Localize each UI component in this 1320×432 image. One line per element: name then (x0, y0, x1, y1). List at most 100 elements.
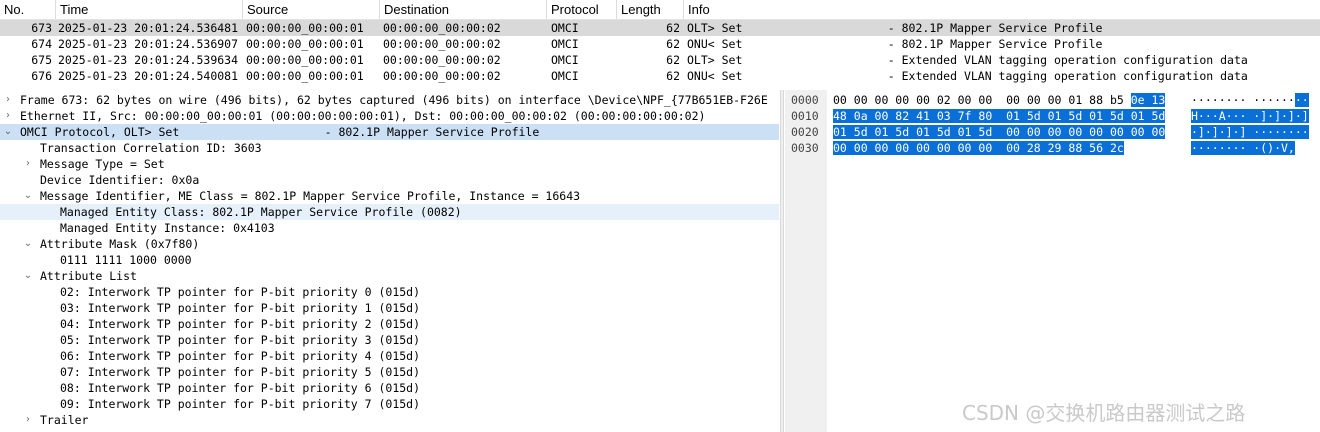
packet-details-tree: › Frame 673: 62 bytes on wire (496 bits)… (0, 90, 779, 432)
tree-item-label: 04: Interwork TP pointer for P-bit prior… (60, 317, 421, 331)
tree-item-label: Ethernet II, Src: 00:00:00_00:00:01 (00:… (20, 109, 706, 123)
tree-item-me-class[interactable]: Managed Entity Class: 802.1P Mapper Serv… (0, 204, 779, 220)
packet-source: 00:00:00_00:00:01 (246, 37, 364, 51)
packet-destination: 00:00:00_00:00:02 (383, 37, 501, 51)
hex-bytes[interactable]: 01 5d 01 5d 01 5d 01 5d 00 00 00 00 00 0… (833, 124, 1166, 140)
tree-item-attribute[interactable]: 08: Interwork TP pointer for P-bit prior… (0, 380, 779, 396)
tree-item-label: Transaction Correlation ID: 3603 (40, 141, 262, 155)
tree-item-attribute[interactable]: 03: Interwork TP pointer for P-bit prior… (0, 300, 779, 316)
ascii-bytes-highlighted: ········ ·()·V, (1191, 141, 1295, 155)
hex-bytes-plain: 00 00 00 00 00 02 00 00 00 00 00 01 88 b… (833, 93, 1131, 107)
packet-length: 62 (666, 21, 680, 35)
expand-arrow-icon[interactable]: › (22, 412, 34, 428)
ascii-bytes[interactable]: ········ ········ (1191, 92, 1309, 108)
tree-item-message-identifier[interactable]: ⌄ Message Identifier, ME Class = 802.1P … (0, 188, 779, 204)
tree-item-attribute[interactable]: 02: Interwork TP pointer for P-bit prior… (0, 284, 779, 300)
expand-arrow-icon[interactable]: › (2, 92, 14, 108)
tree-item-mask-bits[interactable]: 0111 1111 1000 0000 (0, 252, 779, 268)
packet-row[interactable]: 675 2025-01-23 20:01:24.539634 00:00:00_… (0, 52, 1320, 68)
tree-item-transaction-id[interactable]: Transaction Correlation ID: 3603 (0, 140, 779, 156)
pane-splitter[interactable] (780, 90, 784, 432)
hex-bytes[interactable]: 48 0a 00 82 41 03 7f 80 01 5d 01 5d 01 5… (833, 108, 1166, 124)
column-header-time[interactable]: Time (56, 0, 243, 19)
hex-bytes-highlighted: 00 00 00 00 00 00 00 00 00 28 29 88 56 2… (833, 141, 1124, 155)
tree-item-label: Device Identifier: 0x0a (40, 173, 200, 187)
packet-protocol: OMCI (551, 21, 579, 35)
packet-length: 62 (666, 69, 680, 83)
packet-info: ONU< Set - 802.1P Mapper Service Profile (687, 37, 1103, 51)
hex-bytes[interactable]: 00 00 00 00 00 00 00 00 00 28 29 88 56 2… (833, 140, 1124, 156)
tree-item-label: Frame 673: 62 bytes on wire (496 bits), … (20, 93, 768, 107)
packet-time: 2025-01-23 20:01:24.539634 (58, 53, 239, 67)
ascii-bytes[interactable]: ········ ·()·V, (1191, 140, 1295, 156)
collapse-arrow-icon[interactable]: ⌄ (2, 124, 14, 140)
packet-no: 676 (31, 69, 52, 83)
ascii-bytes-highlighted: ·· (1294, 93, 1309, 107)
packet-row[interactable]: 673 2025-01-23 20:01:24.536481 00:00:00_… (0, 20, 1320, 36)
tree-item-attribute[interactable]: 09: Interwork TP pointer for P-bit prior… (0, 396, 779, 412)
collapse-arrow-icon[interactable]: ⌄ (22, 268, 34, 284)
collapse-arrow-icon[interactable]: ⌄ (22, 236, 34, 252)
packet-list: No. Time Source Destination Protocol Len… (0, 0, 1320, 87)
tree-item-attribute-list[interactable]: ⌄ Attribute List (0, 268, 779, 284)
tree-item-ethernet[interactable]: › Ethernet II, Src: 00:00:00_00:00:01 (0… (0, 108, 779, 124)
tree-item-trailer[interactable]: › Trailer (0, 412, 779, 428)
bytes-row[interactable]: 0020 01 5d 01 5d 01 5d 01 5d 00 00 00 00… (785, 124, 1320, 140)
bytes-row[interactable]: 0030 00 00 00 00 00 00 00 00 00 28 29 88… (785, 140, 1320, 156)
column-header-destination[interactable]: Destination (380, 0, 547, 19)
column-header-no[interactable]: No. (0, 0, 56, 19)
collapse-arrow-icon[interactable]: ⌄ (22, 188, 34, 204)
ascii-bytes-highlighted: H···A··· ·]·]·]·] (1191, 109, 1309, 123)
tree-item-label: 05: Interwork TP pointer for P-bit prior… (60, 333, 421, 347)
packet-protocol: OMCI (551, 37, 579, 51)
tree-item-label: 02: Interwork TP pointer for P-bit prior… (60, 285, 421, 299)
column-header-info[interactable]: Info (684, 0, 1320, 19)
tree-item-label: Message Identifier, ME Class = 802.1P Ma… (40, 189, 581, 203)
tree-item-message-type[interactable]: › Message Type = Set (0, 156, 779, 172)
hex-bytes-highlighted: 48 0a 00 82 41 03 7f 80 01 5d 01 5d 01 5… (833, 109, 1166, 123)
packet-no: 674 (31, 37, 52, 51)
tree-item-attribute[interactable]: 06: Interwork TP pointer for P-bit prior… (0, 348, 779, 364)
tree-item-device-id[interactable]: Device Identifier: 0x0a (0, 172, 779, 188)
tree-item-attribute[interactable]: 05: Interwork TP pointer for P-bit prior… (0, 332, 779, 348)
packet-time: 2025-01-23 20:01:24.536907 (58, 37, 239, 51)
packet-info: OLT> Set - 802.1P Mapper Service Profile (687, 21, 1103, 35)
packet-destination: 00:00:00_00:00:02 (383, 69, 501, 83)
byte-offset: 0000 (791, 93, 819, 107)
column-header-length[interactable]: Length (617, 0, 684, 19)
expand-arrow-icon[interactable]: › (22, 156, 34, 172)
ascii-bytes[interactable]: H···A··· ·]·]·]·] (1191, 108, 1309, 124)
tree-item-label: Managed Entity Class: 802.1P Mapper Serv… (60, 205, 462, 219)
watermark: CSDN @交换机路由器测试之路 (962, 401, 1246, 425)
tree-item-attribute-mask[interactable]: ⌄ Attribute Mask (0x7f80) (0, 236, 779, 252)
packet-row[interactable]: 674 2025-01-23 20:01:24.536907 00:00:00_… (0, 36, 1320, 52)
hex-bytes[interactable]: 00 00 00 00 00 02 00 00 00 00 00 01 88 b… (833, 92, 1166, 108)
packet-row[interactable]: 676 2025-01-23 20:01:24.540081 00:00:00_… (0, 68, 1320, 84)
tree-item-me-instance[interactable]: Managed Entity Instance: 0x4103 (0, 220, 779, 236)
ascii-bytes-highlighted: ·]·]·]·] ········ (1191, 125, 1309, 139)
packet-destination: 00:00:00_00:00:02 (383, 21, 501, 35)
tree-item-label: Message Type = Set (40, 157, 165, 171)
column-header-protocol[interactable]: Protocol (547, 0, 617, 19)
tree-item-label: Attribute List (40, 269, 137, 283)
tree-item-attribute[interactable]: 07: Interwork TP pointer for P-bit prior… (0, 364, 779, 380)
ascii-bytes[interactable]: ·]·]·]·] ········ (1191, 124, 1309, 140)
packet-time: 2025-01-23 20:01:24.540081 (58, 69, 239, 83)
packet-destination: 00:00:00_00:00:02 (383, 53, 501, 67)
tree-item-omci[interactable]: ⌄ OMCI Protocol, OLT> Set - 802.1P Mappe… (0, 124, 779, 140)
ascii-bytes-plain: ········ ······ (1191, 93, 1295, 107)
column-header-source[interactable]: Source (243, 0, 380, 19)
bytes-row[interactable]: 0000 00 00 00 00 00 02 00 00 00 00 00 01… (785, 92, 1320, 108)
packet-time: 2025-01-23 20:01:24.536481 (58, 21, 239, 35)
tree-item-label: 06: Interwork TP pointer for P-bit prior… (60, 349, 421, 363)
packet-list-header: No. Time Source Destination Protocol Len… (0, 0, 1320, 20)
tree-item-label: OMCI Protocol, OLT> Set - 802.1P Mapper … (20, 125, 540, 139)
tree-item-attribute[interactable]: 04: Interwork TP pointer for P-bit prior… (0, 316, 779, 332)
packet-source: 00:00:00_00:00:01 (246, 53, 364, 67)
tree-item-label: 09: Interwork TP pointer for P-bit prior… (60, 397, 421, 411)
bytes-row[interactable]: 0010 48 0a 00 82 41 03 7f 80 01 5d 01 5d… (785, 108, 1320, 124)
tree-item-label: Managed Entity Instance: 0x4103 (60, 221, 275, 235)
expand-arrow-icon[interactable]: › (2, 108, 14, 124)
byte-offset: 0010 (791, 109, 819, 123)
tree-item-frame[interactable]: › Frame 673: 62 bytes on wire (496 bits)… (0, 92, 779, 108)
